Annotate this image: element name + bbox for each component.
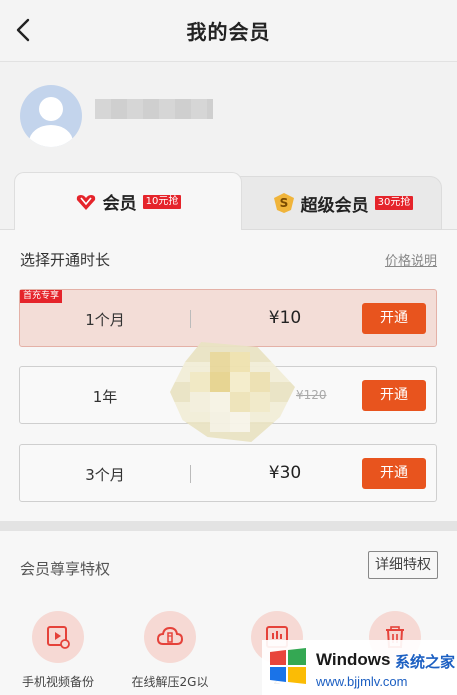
plan-price: ¥30 (268, 463, 302, 483)
tab-vip[interactable]: 会员 10元抢 (14, 172, 242, 230)
benefits-title: 会员尊享特权 (20, 560, 111, 578)
username-redacted (95, 99, 213, 119)
plan-duration: 1个月 (85, 311, 125, 329)
tab-super-vip[interactable]: S 超级会员 30元抢 (222, 176, 442, 230)
open-button-3-months[interactable]: 开通 (362, 458, 426, 489)
plans-section-title: 选择开通时长 (20, 251, 111, 269)
plan-original-price: ¥120 (296, 388, 327, 402)
video-backup-icon (32, 611, 84, 663)
plan-divider (190, 310, 191, 328)
open-button-1-year[interactable]: 开通 (362, 380, 426, 411)
price-explanation-link[interactable]: 价格说明 (385, 250, 437, 269)
watermark-overlay: Windows 系统之家 www.bjjmlv.com (262, 640, 457, 695)
plan-price: ¥10 (268, 308, 302, 328)
heart-gem-icon (76, 194, 95, 210)
tab-vip-promo-badge: 10元抢 (142, 194, 182, 209)
tab-super-vip-promo-badge: 30元抢 (374, 196, 414, 210)
plan-divider (190, 465, 191, 483)
benefit-label: 手机视频备份 (21, 675, 94, 689)
benefit-item-online-unzip[interactable]: 在线解压2G以 (120, 611, 220, 690)
section-divider (0, 521, 457, 531)
header-bar: 我的会员 (0, 0, 457, 62)
watermark-url: www.bjjmlv.com (316, 674, 408, 689)
svg-text:S: S (279, 196, 288, 210)
plan-duration: 1年 (92, 388, 118, 406)
plan-option-1-month[interactable]: 首充专享 1个月 ¥10 开通 (19, 289, 437, 347)
plan-duration: 3个月 (85, 466, 125, 484)
avatar-head-shape (39, 97, 63, 121)
watermark-cn: 系统之家 (395, 653, 456, 671)
avatar[interactable] (20, 85, 82, 147)
benefit-item-video-backup[interactable]: 手机视频备份 (8, 611, 108, 690)
super-vip-s-icon: S (273, 193, 294, 213)
page-title: 我的会员 (186, 20, 271, 44)
benefit-label: 在线解压2G以 (131, 675, 209, 689)
plan-option-3-months[interactable]: 3个月 ¥30 开通 (19, 444, 437, 502)
first-charge-tag: 首充专享 (20, 290, 63, 303)
membership-tabs: 会员 10元抢 S 超级会员 30元抢 (14, 172, 442, 230)
avatar-body-shape (29, 125, 73, 147)
tab-super-vip-label: 超级会员 (300, 195, 369, 216)
open-button-1-month[interactable]: 开通 (362, 303, 426, 334)
tab-vip-label: 会员 (102, 194, 137, 214)
windows-logo-icon (270, 648, 306, 684)
watermark-name: Windows (316, 650, 391, 669)
profile-section (0, 63, 457, 171)
detail-benefits-button[interactable]: 详细特权 (368, 551, 438, 579)
cloud-zip-icon (144, 611, 196, 663)
